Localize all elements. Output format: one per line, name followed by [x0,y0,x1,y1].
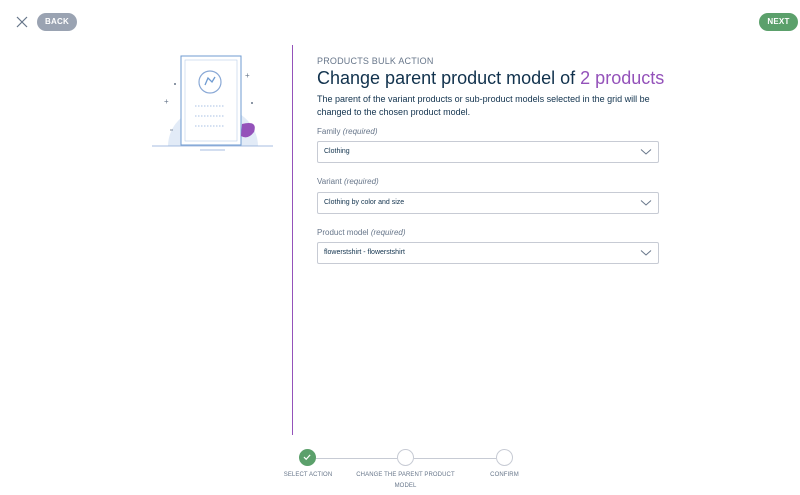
selection-count: 2 products [580,68,665,88]
check-icon [303,454,311,461]
product-model-value: flowerstshirt - flowerstshirt [324,249,405,256]
vertical-divider [292,45,293,435]
chevron-down-icon [640,149,652,155]
step-2-label: CHANGE THE PARENT PRODUCT MODEL [356,472,455,489]
close-icon[interactable] [14,14,30,30]
back-button[interactable]: BACK [37,13,77,31]
step-1-circle [299,449,316,466]
family-label: Family (required) [317,127,378,136]
step-1-label: SELECT ACTION [283,472,333,478]
family-value: Clothing [324,148,350,155]
variant-value: Clothing by color and size [324,199,405,206]
next-button[interactable]: NEXT [759,13,798,31]
variant-label: Variant (required) [317,177,379,186]
product-model-label: Product model (required) [317,228,406,237]
page-description: The parent of the variant products or su… [317,94,650,117]
step-3-circle [496,449,513,466]
product-model-select[interactable]: flowerstshirt - flowerstshirt [317,242,659,264]
step-connector [414,458,496,459]
svg-text:+: + [164,97,169,106]
variant-select[interactable]: Clothing by color and size [317,192,659,214]
step-3-label: CONFIRM [490,472,519,478]
page-subtitle: PRODUCTS BULK ACTION [317,56,434,66]
family-select[interactable]: Clothing [317,141,659,163]
step-2-circle [397,449,414,466]
svg-text:+: + [245,71,250,80]
chevron-down-icon [640,250,652,256]
chevron-down-icon [640,200,652,206]
step-connector [316,458,397,459]
page-title: Change parent product model of 2 product… [317,68,665,88]
product-illustration: + + [152,55,273,151]
